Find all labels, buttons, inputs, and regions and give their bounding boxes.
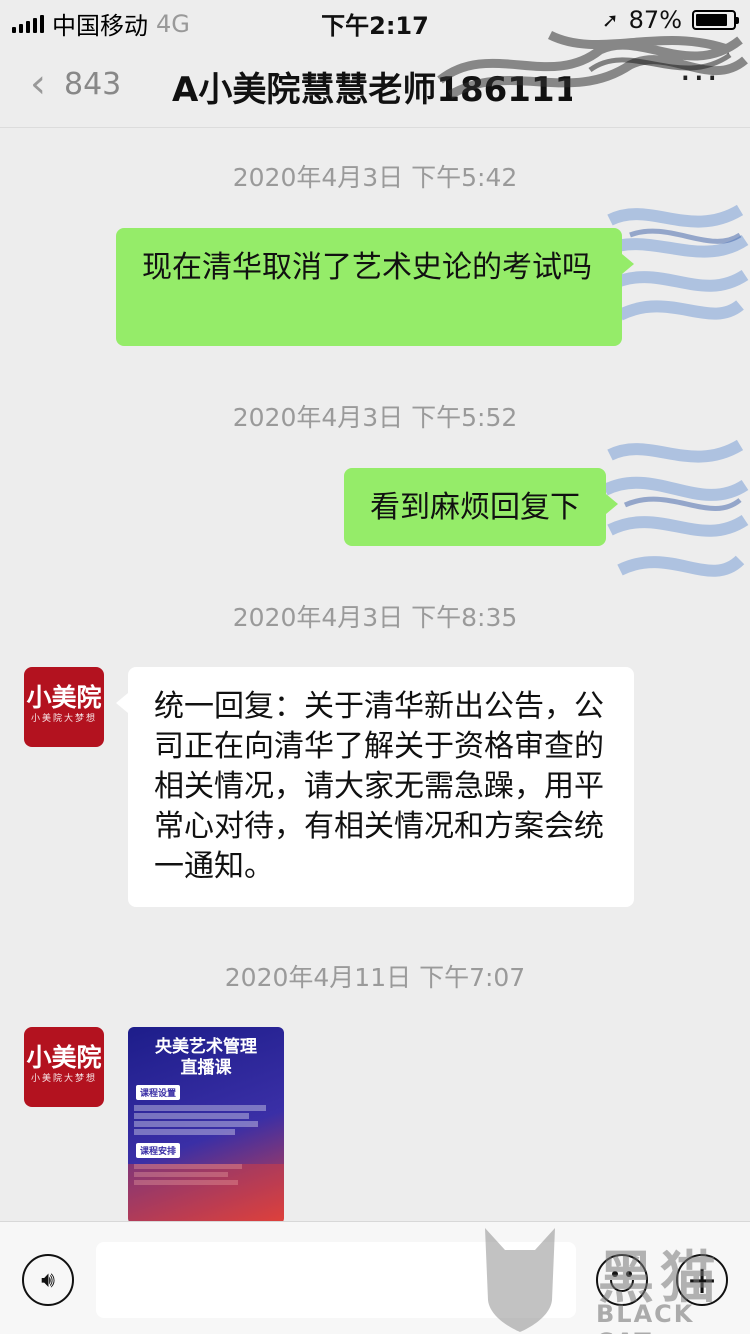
timestamp: 2020年4月3日 下午5:52 (232, 403, 518, 432)
unread-count: 843 (64, 66, 122, 102)
battery-fill (696, 14, 728, 26)
timestamp: 2020年4月3日 下午8:35 (232, 603, 518, 632)
voice-icon: 🔊︎ (41, 1267, 55, 1293)
battery-icon (692, 10, 739, 30)
poster-accent (128, 1164, 284, 1224)
avatar-slogan: 小美院大梦想 (30, 714, 97, 724)
avatar-logo-text: 小美院 (26, 683, 102, 712)
poster-tag-course: 课程设置 (136, 1085, 181, 1100)
poster-title: 央美艺术管理 (155, 1037, 257, 1057)
scribble-redaction-blue-2 (602, 439, 749, 577)
poster-tag-schedule: 课程安排 (136, 1143, 181, 1158)
battery-percent: 87% (628, 6, 682, 34)
back-button[interactable]: ‹ 843 (30, 64, 121, 104)
chat-title: A小美院慧慧老师1861116 (172, 70, 572, 110)
voice-input-button[interactable]: 🔊︎ (22, 1254, 74, 1306)
avatar-logo-text: 小美院 (26, 1043, 102, 1072)
message-bubble-sent[interactable]: 现在清华取消了艺术史论的考试吗 (116, 228, 634, 346)
watermark-subtext: BLACK CAT (596, 1300, 695, 1334)
message-bubble-sent[interactable]: 看到麻烦回复下 (344, 468, 618, 546)
message-input[interactable] (96, 1242, 576, 1318)
poster-subtitle: 直播课 (180, 1058, 232, 1078)
contact-avatar[interactable]: 小美院 小美院大梦想 (24, 1027, 104, 1107)
timestamp: 2020年4月3日 下午5:42 (232, 163, 518, 192)
message-bubble-received[interactable]: 统一回复：关于清华新出公告，公司正在向清华了解关于资格审查的相关情况，请大家无需… (116, 667, 634, 907)
chat-header: ‹ 843 A小美院慧慧老师1861116 ··· (0, 40, 750, 128)
poster-fine-print (134, 1105, 278, 1135)
location-icon: ➚ (601, 8, 619, 32)
more-options-button[interactable]: ··· (680, 58, 720, 99)
status-bar: 中国移动 4G 下午2:17 ➚ 87% (0, 0, 750, 40)
timestamp: 2020年4月11日 下午7:07 (224, 963, 526, 992)
avatar-slogan: 小美院大梦想 (30, 1074, 97, 1084)
status-right: ➚ 87% (601, 6, 739, 34)
chevron-left-icon: ‹ (30, 61, 46, 107)
contact-avatar[interactable]: 小美院 小美院大梦想 (24, 667, 104, 747)
image-message-poster[interactable]: 央美艺术管理 直播课 课程设置 课程安排 (128, 1027, 284, 1224)
